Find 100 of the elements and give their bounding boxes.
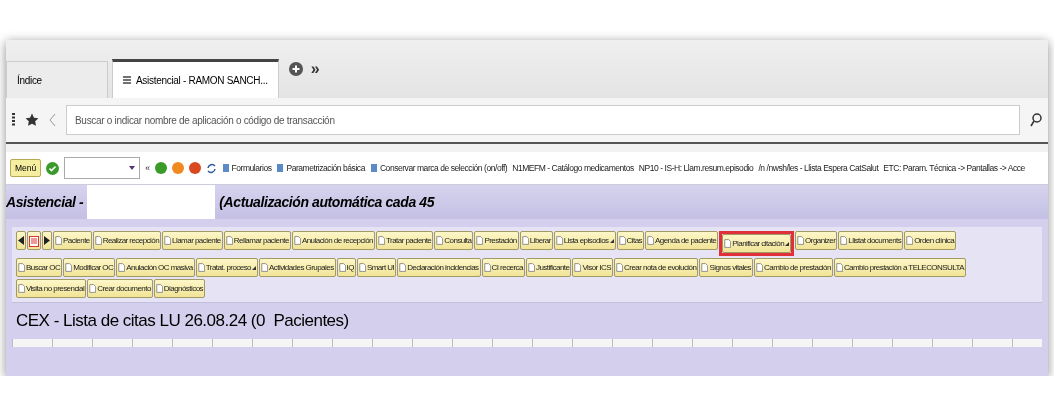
- toolbar-button[interactable]: Citas: [616, 231, 644, 250]
- toolbar-button[interactable]: Agenda de paciente: [645, 231, 719, 250]
- toolbar-link[interactable]: Conservar marca de selección (on/off): [369, 163, 508, 173]
- dropdown-caret-icon: [785, 241, 790, 246]
- document-icon: [338, 262, 346, 273]
- back-button[interactable]: «: [145, 163, 150, 173]
- toolbar-button[interactable]: Declaración incidencias: [397, 258, 481, 277]
- document-icon: [527, 262, 535, 273]
- document-icon: [293, 235, 301, 246]
- toolbar-button[interactable]: Visor ICS: [572, 258, 614, 277]
- toolbar-button[interactable]: Modificar OC: [63, 258, 116, 277]
- toolbar-button[interactable]: Rellamar paciente: [223, 231, 291, 250]
- toolbar-button[interactable]: Crear nota de evolución: [614, 258, 699, 277]
- browser-tab[interactable]: Índice: [6, 61, 108, 98]
- check-icon[interactable]: [46, 161, 60, 175]
- toolbar-button[interactable]: CI recerca: [481, 258, 525, 277]
- document-icon: [555, 235, 563, 246]
- toolbar-button[interactable]: Anulación OC masiva: [116, 258, 195, 277]
- shortcut-link[interactable]: N1MEFM - Catálogo medicamentos: [512, 163, 634, 173]
- refresh-icon[interactable]: [205, 161, 217, 175]
- search-field[interactable]: Buscar o indicar nombre de aplicación o código de transacción: [66, 105, 1020, 135]
- document-icon: [55, 235, 62, 246]
- screen-title: Asistencial -: [6, 194, 84, 210]
- shortcut-link[interactable]: /n /nwsh/les - Llista Espera CatSalut: [758, 163, 879, 173]
- toolbar-button[interactable]: Buscar OC: [16, 258, 63, 277]
- toolbar-link[interactable]: Formularios: [221, 163, 272, 173]
- document-icon: [197, 262, 205, 273]
- toolbar-button[interactable]: Prestación: [474, 231, 519, 250]
- more-options-icon[interactable]: [12, 113, 15, 127]
- document-icon: [436, 235, 444, 246]
- menu-button[interactable]: Menú: [10, 159, 42, 177]
- document-icon: [756, 262, 764, 273]
- toolbar-button[interactable]: Planificar citación: [722, 234, 792, 253]
- shortcut-link[interactable]: ETC: Param. Técnica -> Pantallas -> Acce: [883, 163, 1025, 173]
- add-tab-icon[interactable]: [288, 62, 303, 76]
- browser-tab[interactable]: Asistencial - RAMON SANCH...: [112, 59, 279, 98]
- document-icon: [476, 235, 484, 246]
- triangle-right-icon: [44, 236, 50, 245]
- toolbar-button[interactable]: Visita no presencial: [16, 279, 87, 298]
- toolbar-button[interactable]: Actividades Grupales: [259, 258, 336, 277]
- tool-icon: [369, 163, 378, 173]
- toolbar-link[interactable]: Parametrización básica: [276, 163, 365, 173]
- tool-icon: [221, 163, 230, 173]
- dropdown-caret-icon: [252, 265, 256, 270]
- shortcut-link[interactable]: NP10 - IS-H: Llam.resum.episodio: [638, 163, 754, 173]
- toolbar-button[interactable]: Paciente: [53, 231, 92, 250]
- dropdown-caret-icon: [609, 238, 614, 243]
- refresh-note: (Actualización automática cada 45: [219, 194, 435, 210]
- toolbar-button[interactable]: Cambio de prestación: [754, 258, 833, 277]
- toolbar-button[interactable]: Lista episodios: [553, 231, 616, 250]
- document-icon: [18, 262, 25, 273]
- document-icon: [574, 262, 582, 273]
- toolbar-button[interactable]: Llistat documents: [838, 231, 904, 250]
- document-icon: [89, 283, 97, 294]
- toolbar-button[interactable]: Crear documento: [87, 279, 153, 298]
- next-button[interactable]: [42, 231, 52, 250]
- calendar-button[interactable]: [27, 231, 41, 250]
- toolbar-button[interactable]: Signos vitales: [699, 258, 754, 277]
- document-icon: [701, 262, 709, 273]
- toolbar-button[interactable]: Tratat. proceso: [195, 258, 258, 277]
- document-icon: [18, 283, 25, 294]
- status-circle-icon[interactable]: [154, 162, 167, 174]
- document-icon: [399, 262, 407, 273]
- document-icon: [118, 262, 126, 273]
- toolbar-button[interactable]: Smart UI: [356, 258, 397, 277]
- document-icon: [618, 235, 626, 246]
- document-icon: [840, 235, 848, 246]
- menu-icon: [123, 75, 131, 85]
- toolbar-button[interactable]: Llamar paciente: [162, 231, 223, 250]
- toolbar-button[interactable]: Cambio prestación a TELECONSULTA: [833, 258, 967, 277]
- toolbar-button[interactable]: Anulación de recepción: [291, 231, 375, 250]
- toolbar-button[interactable]: Liberar: [519, 231, 553, 250]
- document-icon: [906, 235, 914, 246]
- document-icon: [261, 262, 268, 273]
- search-icon[interactable]: [1030, 113, 1042, 127]
- toolbar-button[interactable]: Diagnósticos: [153, 279, 205, 298]
- document-icon: [65, 262, 73, 273]
- document-icon: [155, 283, 163, 294]
- triangle-left-icon: [18, 236, 24, 245]
- toolbar-button[interactable]: Realizar recepción: [92, 231, 162, 250]
- document-icon: [724, 238, 732, 249]
- document-icon: [835, 262, 843, 273]
- star-icon[interactable]: [25, 113, 39, 127]
- caret-icon: [129, 166, 136, 170]
- list-title: CEX - Lista de citas LU 26.08.24 (0 Pacientes): [15, 310, 350, 332]
- toolbar-button[interactable]: Tratar paciente: [376, 231, 434, 250]
- tab-overflow-button[interactable]: »: [310, 60, 320, 78]
- document-icon: [358, 262, 366, 273]
- status-circle-icon[interactable]: [188, 162, 201, 174]
- tool-icon: [276, 163, 285, 173]
- document-icon: [225, 235, 233, 246]
- toolbar-button[interactable]: Consulta: [434, 231, 474, 250]
- toolbar-button[interactable]: Orden clínica: [904, 231, 957, 250]
- toolbar-button[interactable]: Justificante: [525, 258, 572, 277]
- document-icon: [521, 235, 529, 246]
- document-icon: [616, 262, 624, 273]
- toolbar-button[interactable]: Organizer: [795, 231, 838, 250]
- toolbar-button[interactable]: IQ: [336, 258, 356, 277]
- previous-button[interactable]: [16, 231, 26, 250]
- document-icon: [164, 235, 172, 246]
